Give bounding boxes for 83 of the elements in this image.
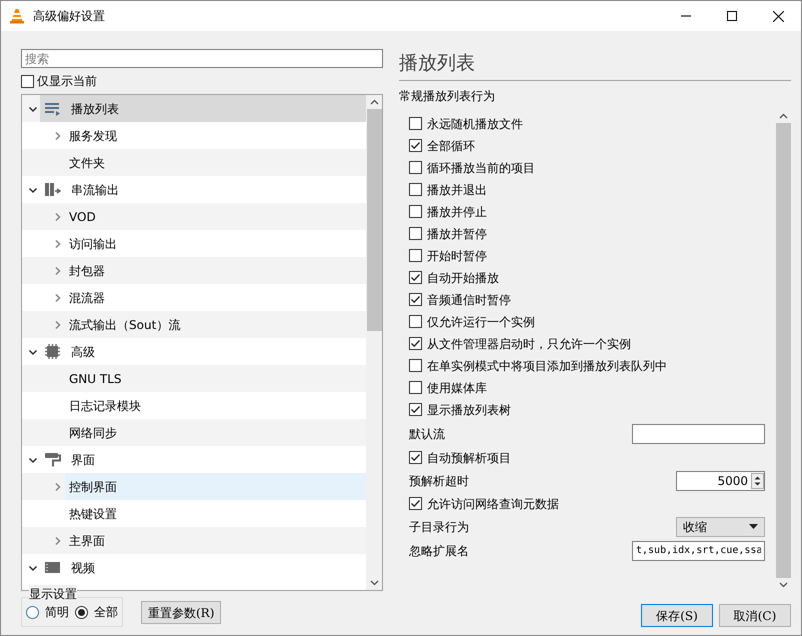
section-title: 常规播放列表行为 [399,88,496,104]
chevron-right-icon[interactable] [53,130,63,140]
radio-button[interactable] [26,606,39,618]
field-label: 子目录行为 [409,518,469,536]
number-field[interactable]: 5000 [676,470,765,490]
checkbox[interactable] [409,205,422,218]
checkbox-label: 在单实例模式中将项目添加到播放列表队列中 [427,358,667,374]
film-icon [44,559,61,576]
checkbox[interactable] [409,227,422,240]
checkbox-label: 永远随机播放文件 [427,116,523,132]
tree-item[interactable]: 界面 [40,446,366,473]
cancel-button[interactable]: 取消(C) [719,604,791,627]
checkbox[interactable] [409,337,422,350]
tree-item[interactable]: 热键设置 [65,500,366,527]
field-label: 预解析超时 [409,472,469,490]
tree-item[interactable]: 播放列表 [40,95,366,122]
caret-icon [749,524,758,529]
tree-item[interactable]: 控制界面 [65,473,366,500]
chevron-right-icon[interactable] [53,238,63,248]
radio-label: 全部 [94,604,118,621]
checkbox-label: 显示播放列表树 [427,402,511,418]
chevron-right-icon[interactable] [53,320,63,330]
tree-item[interactable]: 视频 [40,554,366,581]
checkbox[interactable] [409,403,422,416]
checkbox[interactable] [409,359,422,372]
checkbox[interactable] [409,381,422,394]
reset-button[interactable]: 重置参数(R) [141,601,222,624]
app-cone-icon [9,8,25,24]
checkbox-label: 允许访问网络查询元数据 [427,496,559,512]
checkbox-label: 全部循环 [427,138,475,154]
chevron-right-icon[interactable] [53,536,63,546]
tree-item[interactable]: 混流器 [65,284,366,311]
radio-button[interactable] [75,606,88,618]
chip-icon [44,343,61,360]
chevron-right-icon[interactable] [53,482,63,492]
checkbox-label: 播放并停止 [427,204,487,220]
field-label: 忽略扩展名 [409,542,469,560]
list-icon [44,100,61,117]
checkbox-label: 使用媒体库 [427,380,487,396]
checkbox-label: 开始时暂停 [427,248,487,264]
checkbox-label: 播放并暂停 [427,226,487,242]
maximize-icon [727,11,737,21]
checkbox[interactable] [409,139,422,152]
tree-item[interactable]: 日志记录模块 [65,392,366,419]
chevron-right-icon[interactable] [53,292,63,302]
checkbox[interactable] [409,183,422,196]
checkbox[interactable] [409,451,422,464]
scrollbar[interactable] [366,95,382,590]
checkbox-label: 自动开始播放 [427,270,499,286]
checkbox[interactable] [409,117,422,130]
checkbox[interactable] [409,315,422,328]
dropdown[interactable]: 收缩 [676,516,765,536]
checkbox-label: 播放并退出 [427,182,487,198]
close-icon [772,10,784,22]
checkbox-label: 音频通信时暂停 [427,292,511,308]
text-field[interactable] [632,424,765,444]
save-button[interactable]: 保存(S) [641,604,713,627]
window-title: 高级偏好设置 [33,8,105,25]
panel-title: 播放列表 [399,49,791,80]
checkbox-label: 仅显示当前 [37,73,97,90]
checkbox[interactable] [409,293,422,306]
radio-label: 简明 [45,604,69,621]
checkbox[interactable] [21,74,34,88]
checkbox-label: 循环播放当前的项目 [427,160,535,176]
stream-icon [44,181,61,198]
checkbox-label: 从文件管理器启动时，只允许一个实例 [427,336,631,352]
paint-roller-icon [44,451,61,468]
tree-item[interactable]: 高级 [40,338,366,365]
checkbox[interactable] [409,161,422,174]
group-title: 显示设置 [29,585,77,603]
checkbox-label: 自动预解析项目 [427,450,511,466]
chevron-right-icon[interactable] [53,212,63,222]
chevron-right-icon[interactable] [53,266,63,276]
tree-item[interactable]: 访问输出 [65,230,366,257]
tree-item[interactable]: 串流输出 [40,176,366,203]
checkbox[interactable] [409,249,422,262]
tree-item[interactable]: 服务发现 [65,122,366,149]
search-field[interactable]: 搜索 [21,49,383,68]
checkbox[interactable] [409,271,422,284]
spinner-arrows-icon[interactable] [751,472,764,488]
field-label: 默认流 [409,426,445,442]
checkbox[interactable] [409,497,422,510]
checkbox-label: 仅允许运行一个实例 [427,314,535,330]
